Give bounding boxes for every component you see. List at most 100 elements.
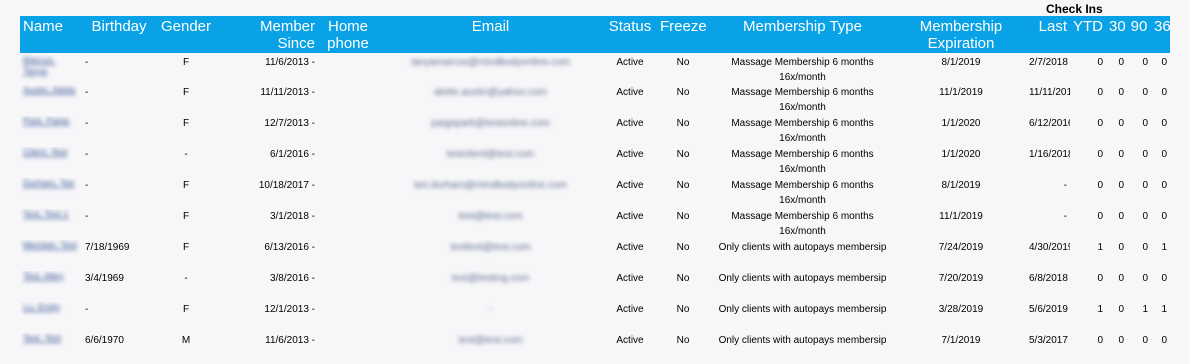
cell-last: 4/30/2019	[1029, 242, 1070, 253]
cell-birthday: -	[85, 118, 89, 129]
cell-365: 0	[1161, 57, 1167, 68]
cell-30: 0	[1118, 335, 1124, 346]
cell-ytd: 0	[1097, 57, 1103, 68]
col-header-365[interactable]: 365	[1151, 16, 1170, 53]
cell-365: 0	[1161, 118, 1167, 129]
cell-expiration: 11/1/2019	[939, 87, 983, 98]
client-name-link[interactable]: Park, Paige	[23, 116, 79, 127]
client-name-link[interactable]: Member, Test	[23, 240, 79, 251]
client-name-link[interactable]: Austin, Alette	[23, 85, 79, 96]
col-header-freeze[interactable]: Freeze	[657, 16, 709, 53]
cell-home-phone	[318, 53, 378, 85]
client-name-link[interactable]: Test, Test	[23, 333, 79, 344]
client-name-link[interactable]: Test, Alley	[23, 271, 79, 282]
cell-90: 0	[1142, 87, 1148, 98]
cell-birthday: 3/4/1969	[85, 273, 124, 284]
cell-membership-type: Massage Membership 6 months 16x/month	[709, 209, 896, 240]
cell-freeze: No	[676, 57, 690, 68]
table-row: Lu, Emily - F 12/1/2013 - - Active No On…	[20, 302, 1170, 333]
cell-birthday: -	[85, 180, 89, 191]
col-header-gender[interactable]: Gender	[156, 16, 216, 53]
membership-type-value: Massage Membership 6 months 16x/month	[731, 149, 874, 175]
cell-gender: -	[184, 149, 188, 160]
cell-member-since: 12/1/2013 -	[264, 304, 315, 315]
email-value: test@testing.com	[451, 273, 530, 284]
cell-expiration: 11/1/2019	[939, 211, 983, 222]
col-header-member-since[interactable]: Member Since	[216, 16, 318, 53]
cell-birthday: -	[85, 57, 89, 68]
col-header-name[interactable]: Name	[20, 16, 82, 53]
col-header-email[interactable]: Email	[378, 16, 603, 53]
email-value: paigepark@testonline.com	[431, 118, 550, 129]
cell-member-since: 6/13/2016 -	[264, 242, 315, 253]
cell-membership-type: Massage Membership 6 months 16x/month	[709, 147, 896, 178]
cell-expiration: 1/1/2020	[941, 118, 981, 129]
cell-last: 2/7/2018	[1029, 57, 1068, 68]
cell-ytd: 0	[1097, 211, 1103, 222]
table-header: Name Birthday Gender Member Since Home p…	[20, 16, 1170, 53]
cell-email: test@test.com	[378, 209, 603, 240]
cell-name: Test, Alley	[20, 271, 82, 302]
cell-email: -	[378, 302, 603, 333]
cell-status: Active	[616, 180, 644, 191]
cell-email: test@testing.com	[378, 271, 603, 302]
membership-type-value: Massage Membership 6 months 16x/month	[731, 211, 874, 237]
col-header-ytd[interactable]: YTD	[1070, 16, 1106, 53]
cell-birthday: -	[85, 149, 89, 160]
membership-type-value: Only clients with autopays membersip	[718, 304, 887, 315]
cell-last: 6/8/2018	[1029, 273, 1068, 284]
cell-gender: F	[182, 57, 190, 68]
cell-home-phone	[318, 209, 378, 240]
cell-member-since: 3/1/2018 -	[269, 211, 315, 222]
cell-status: Active	[616, 273, 644, 284]
col-header-birthday[interactable]: Birthday	[82, 16, 156, 53]
cell-status: Active	[616, 335, 644, 346]
client-name-link[interactable]: Durham, Tee	[23, 178, 79, 189]
cell-status: Active	[616, 242, 644, 253]
col-header-90[interactable]: 90	[1127, 16, 1151, 53]
col-header-membership-type[interactable]: Membership Type	[709, 16, 896, 53]
cell-30: 0	[1118, 57, 1124, 68]
col-header-membership-expiration[interactable]: Membership Expiration	[896, 16, 1026, 53]
cell-name: Marcus, Tanya	[20, 53, 82, 85]
client-name-link[interactable]: Lu, Emily	[23, 302, 79, 313]
cell-ytd: 0	[1097, 87, 1103, 98]
table-row: Austin, Alette - F 11/11/2013 - alette.a…	[20, 85, 1170, 116]
table-row: Client, Test - - 6/1/2016 - testclient@t…	[20, 147, 1170, 178]
cell-name: Client, Test	[20, 147, 82, 178]
table-row: Test, Test 6/6/1970 M 11/6/2013 - test@t…	[20, 333, 1170, 364]
cell-365: 1	[1161, 242, 1167, 253]
cell-90: 0	[1142, 242, 1148, 253]
cell-last: 6/12/2016	[1029, 118, 1070, 129]
cell-membership-type: Massage Membership 6 months 16x/month	[709, 116, 896, 147]
cell-expiration: 3/28/2019	[938, 304, 984, 315]
table-row: Test, Alley 3/4/1969 - 3/8/2016 - test@t…	[20, 271, 1170, 302]
table-row: Member, Test 7/18/1969 F 6/13/2016 - tes…	[20, 240, 1170, 271]
cell-member-since: 10/18/2017 -	[258, 180, 315, 191]
col-header-last[interactable]: Last	[1026, 16, 1070, 53]
cell-last: -	[1063, 180, 1067, 191]
table-row: Park, Paige - F 12/7/2013 - paigepark@te…	[20, 116, 1170, 147]
cell-30: 0	[1118, 242, 1124, 253]
cell-status: Active	[616, 211, 644, 222]
client-name-link[interactable]: Client, Test	[23, 147, 79, 158]
cell-member-since: 11/11/2013 -	[260, 87, 315, 98]
cell-name: Test, Test 1	[20, 209, 82, 240]
col-header-status[interactable]: Status	[603, 16, 657, 53]
client-name-link[interactable]: Marcus, Tanya	[23, 55, 79, 77]
cell-home-phone	[318, 333, 378, 364]
cell-status: Active	[616, 149, 644, 160]
cell-name: Lu, Emily	[20, 302, 82, 333]
col-header-30[interactable]: 30	[1106, 16, 1127, 53]
cell-membership-type: Only clients with autopays membersip	[709, 240, 896, 271]
cell-ytd: 0	[1097, 118, 1103, 129]
membership-type-value: Massage Membership 6 months 16x/month	[731, 118, 874, 144]
client-name-link[interactable]: Test, Test 1	[23, 209, 79, 220]
email-value: teri.durham@mindbodyonline.com	[414, 180, 567, 191]
cell-90: 1	[1142, 304, 1148, 315]
cell-email: test@test.com	[378, 333, 603, 364]
col-header-home-phone[interactable]: Home phone	[318, 16, 378, 53]
email-value: tanyamarcus@mindbodyonline.com	[410, 57, 571, 68]
cell-expiration: 8/1/2019	[941, 180, 981, 191]
cell-90: 0	[1142, 335, 1148, 346]
